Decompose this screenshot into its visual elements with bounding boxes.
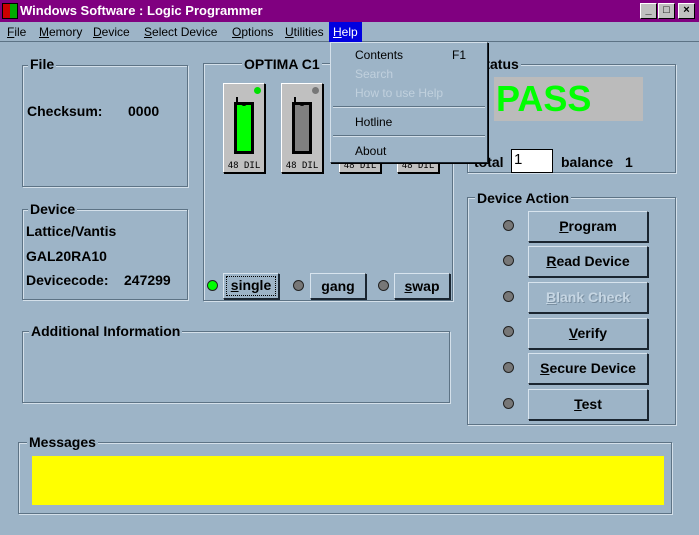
menu-item-about[interactable]: About [355,144,386,158]
blank-check-led [503,291,514,302]
menu-help[interactable]: Help [329,22,362,42]
file-group-title: File [28,56,57,72]
balance-label: balance [561,154,614,170]
secure-device-led [503,362,514,373]
menu-item-how-to-use-help: How to use Help [355,86,444,100]
menu-bar: File Memory Device Select Device Options… [0,22,699,42]
chip-icon [292,102,312,154]
socket-label: 48 DIL [285,161,319,171]
secure-device-button[interactable]: Secure Device [528,353,648,384]
additional-info-group [22,331,450,403]
messages-area [32,456,664,505]
maximize-button[interactable]: □ [658,3,675,19]
test-led [503,398,514,409]
read-device-button[interactable]: Read Device [528,246,648,277]
test-button[interactable]: Test [528,389,648,420]
chip-icon [234,102,254,154]
app-icon[interactable] [2,3,18,19]
balance-value: 1 [625,154,633,170]
program-button[interactable]: Program [528,211,648,242]
devicecode-value: 247299 [124,272,171,288]
verify-led [503,326,514,337]
device-group-title: Device [28,201,78,217]
total-input[interactable]: 1 [511,149,553,173]
additional-info-title: Additional Information [29,323,183,339]
menu-select-device[interactable]: Select Device [140,22,221,42]
close-button[interactable]: × [678,3,695,19]
help-menu-dropdown: Contents F1 Search How to use Help Hotli… [330,42,488,163]
menu-item-contents[interactable]: Contents [355,48,403,62]
verify-button[interactable]: Verify [528,318,648,349]
device-name: GAL20RA10 [26,248,107,264]
manufacturer: Lattice/Vantis [26,223,117,239]
contents-shortcut: F1 [452,48,467,62]
title-bar: Windows Software : Logic Programmer [0,0,699,22]
file-group [22,65,188,187]
checksum-label: Checksum: [27,103,103,119]
swap-led [378,280,389,291]
gang-button[interactable]: gang [310,273,366,299]
read-device-led [503,255,514,266]
socket-led [254,87,261,94]
menu-device[interactable]: Device [89,22,134,42]
status-result: PASS [494,77,643,121]
menu-file[interactable]: File [3,22,30,42]
gang-led [293,280,304,291]
swap-button[interactable]: swap [394,273,450,299]
program-led [503,220,514,231]
device-action-title: Device Action [475,190,572,206]
socket-2[interactable]: 48 DIL [281,83,323,173]
programmer-title: OPTIMA C1 [242,56,322,72]
socket-label: 48 DIL [227,161,261,171]
single-button[interactable]: single [223,273,279,299]
menu-item-search: Search [355,67,394,81]
socket-led [312,87,319,94]
devicecode-label: Devicecode: [26,272,109,288]
blank-check-button[interactable]: Blank Check [528,282,648,313]
messages-title: Messages [27,434,98,450]
socket-1[interactable]: 48 DIL [223,83,265,173]
menu-options[interactable]: Options [228,22,277,42]
menu-memory[interactable]: Memory [35,22,86,42]
minimize-button[interactable]: _ [640,3,657,19]
menu-utilities[interactable]: Utilities [281,22,328,42]
menu-separator [333,106,485,108]
window-title: Windows Software : Logic Programmer [20,3,263,18]
menu-item-hotline[interactable]: Hotline [355,115,392,129]
checksum-value: 0000 [128,103,160,119]
single-led [207,280,218,291]
menu-separator [333,135,485,137]
